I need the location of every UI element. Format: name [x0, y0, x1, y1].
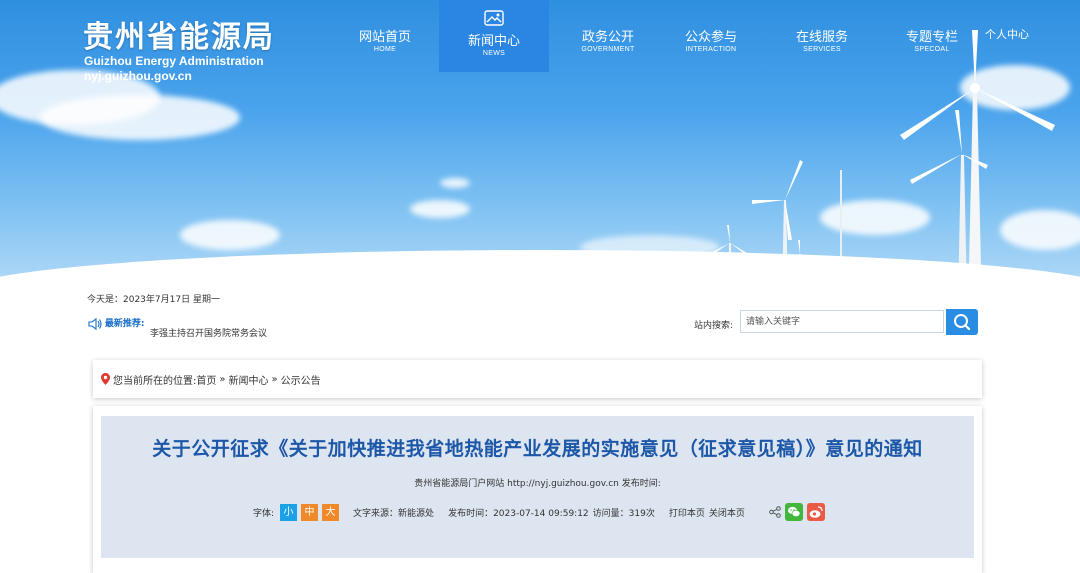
font-size-medium-button[interactable]: 中	[301, 503, 319, 521]
nav-item-news[interactable]: 新闻中心 NEWS	[439, 0, 549, 72]
current-date: 今天是：2023年7月17日 星期一	[87, 295, 220, 305]
nav-item-government[interactable]: 政务公开 GOVERNMENT	[553, 0, 663, 72]
article-site-line: 贵州省能源局门户网站 http://nyj.guizhou.gov.cn 发布时…	[414, 479, 661, 489]
breadcrumb-news[interactable]: 新闻中心	[229, 372, 269, 387]
article-source: 文字来源：新能源处	[353, 508, 435, 519]
nav-sublabel: SERVICES	[803, 46, 841, 53]
print-page-link[interactable]: 打印本页	[669, 506, 705, 519]
nav-sublabel: HOME	[373, 46, 397, 53]
recommend-news-link[interactable]: 李强主持召开国务院常务会议	[150, 326, 267, 339]
article-views: 访问量：319次	[592, 508, 655, 519]
weibo-share-icon[interactable]	[806, 503, 825, 521]
breadcrumb: 您当前所在的位置: 首页 » 新闻中心 » 公示公告	[93, 360, 982, 398]
breadcrumb-home[interactable]: 首页	[196, 372, 216, 387]
nav-label: 专题专栏	[905, 30, 958, 45]
search-label: 站内搜索:	[694, 321, 734, 331]
nav-label: 政务公开	[581, 30, 634, 45]
nav-sublabel: NEWS	[482, 50, 506, 57]
article-publish-time: 发布时间：2023-07-14 09:59:12	[448, 508, 589, 519]
cloud	[40, 95, 240, 140]
search-button[interactable]	[946, 309, 978, 335]
nav-item-services[interactable]: 在线服务 SERVICES	[767, 0, 877, 72]
article-title: 关于公开征求《关于加快推进我省地热能产业发展的实施意见（征求意见稿）》意见的通知	[152, 438, 923, 460]
nav-label: 公众参与	[684, 30, 737, 45]
speaker-icon	[88, 317, 102, 330]
image-icon	[484, 10, 504, 26]
share-icon[interactable]	[769, 506, 781, 518]
breadcrumb-separator: »	[271, 373, 278, 385]
nav-item-interaction[interactable]: 公众参与 INTERACTION	[656, 0, 766, 72]
nav-label: 新闻中心	[467, 34, 520, 49]
article-header: 关于公开征求《关于加快推进我省地热能产业发展的实施意见（征求意见稿）》意见的通知…	[101, 416, 974, 558]
nav-sublabel: GOVERNMENT	[581, 46, 635, 53]
location-pin-icon	[101, 373, 110, 385]
latest-recommend: 最新推荐:	[88, 316, 144, 330]
wechat-share-icon[interactable]	[784, 503, 803, 521]
font-size-large-button[interactable]: 大	[322, 503, 340, 521]
article-toolbar: 字体: 小 中 大 文字来源：新能源处 发布时间：2023-07-14 09:5…	[253, 502, 825, 522]
cloud	[180, 220, 280, 250]
font-size-label: 字体:	[253, 508, 275, 519]
breadcrumb-notice[interactable]: 公示公告	[281, 372, 321, 387]
cloud	[440, 178, 470, 188]
breadcrumb-separator: »	[219, 373, 226, 385]
nav-item-special[interactable]: 专题专栏 SPECOAL	[877, 0, 987, 72]
nav-item-home[interactable]: 网站首页 HOME	[330, 0, 440, 72]
header-banner: 贵州省能源局 Guizhou Energy Administration nyj…	[0, 0, 1080, 310]
search-icon	[954, 314, 971, 331]
nav-label: 在线服务	[795, 30, 848, 45]
personal-center-link[interactable]: 个人中心	[985, 26, 1029, 42]
nav-label: 网站首页	[358, 30, 411, 45]
cloud	[410, 200, 470, 218]
nav-sublabel: SPECOAL	[914, 46, 950, 53]
main-nav: 网站首页 HOME 新闻中心 NEWS 政务公开 GOVERNMENT 公众参与…	[0, 0, 1080, 72]
breadcrumb-prefix: 您当前所在的位置:	[113, 375, 197, 387]
article-container: 关于公开征求《关于加快推进我省地热能产业发展的实施意见（征求意见稿）》意见的通知…	[93, 406, 982, 573]
font-size-small-button[interactable]: 小	[280, 503, 298, 521]
search-input[interactable]	[740, 310, 944, 333]
close-page-link[interactable]: 关闭本页	[709, 506, 745, 519]
nav-sublabel: INTERACTION	[685, 46, 737, 53]
recommend-label: 最新推荐:	[104, 319, 145, 329]
